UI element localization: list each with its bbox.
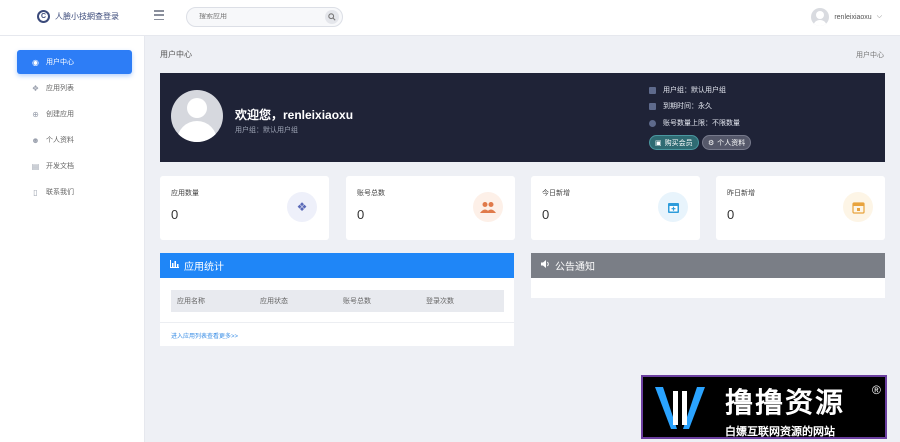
page-title: 用户中心 [160, 50, 192, 59]
sidebar-item-user-center[interactable]: ◉ 用户中心 [17, 50, 132, 74]
panel-title: 应用统计 [184, 262, 224, 273]
stat-value: 0 [357, 207, 365, 222]
avatar [811, 8, 830, 26]
bar-chart-icon [170, 260, 179, 271]
user-circle-icon: ◉ [32, 57, 39, 67]
info-text: 账号数量上限：不限数量 [663, 120, 740, 127]
panel-title: 公告通知 [555, 262, 595, 273]
stat-label: 今日新增 [542, 190, 570, 197]
stat-card-today-new: 今日新增 0 [531, 176, 700, 240]
column-header: 应用状态 [260, 298, 288, 305]
button-label: 个人资料 [717, 139, 746, 147]
volume-icon [541, 260, 550, 271]
sidebar-item-label: 联系我们 [46, 189, 74, 196]
sidebar: ◉ 用户中心 ❖ 应用列表 ⊕ 创建应用 ☻ 个人资料 ▤ 开发文档 ▯ 联系我… [0, 36, 145, 442]
avatar [171, 90, 223, 142]
sidebar-item-create-app[interactable]: ⊕ 创建应用 [17, 102, 132, 126]
search-input[interactable] [199, 13, 319, 20]
sidebar-item-label: 个人资料 [46, 137, 74, 144]
welcome-banner: 欢迎您，renleixiaoxu 用户组：默认用户组 用户组：默认用户组 到期时… [160, 73, 885, 162]
cubes-icon: ❖ [287, 192, 317, 222]
doc-icon: ▤ [31, 161, 40, 171]
watermark-logo-icon [655, 387, 705, 429]
search-box [186, 7, 343, 27]
app-stats-header: 应用统计 [160, 253, 514, 278]
sidebar-item-app-list[interactable]: ❖ 应用列表 [17, 76, 132, 100]
brand[interactable]: C 人臉小技網查登录 [37, 10, 119, 23]
calendar-icon [843, 192, 873, 222]
watermark-title: 撸撸资源 [725, 386, 846, 419]
welcome-text: 欢迎您，renleixiaoxu [235, 108, 354, 122]
plus-circle-icon: ⊕ [32, 109, 39, 119]
sidebar-item-label: 创建应用 [46, 111, 74, 118]
users-icon: ☻ [31, 135, 40, 145]
stat-label: 账号总数 [357, 190, 385, 197]
stat-value: 0 [542, 207, 550, 222]
view-more-link[interactable]: 进入应用列表查看更多>> [171, 331, 238, 340]
user-group-text: 用户组：默认用户组 [235, 127, 298, 134]
stat-value: 0 [727, 207, 735, 222]
buy-membership-button[interactable]: ▣ 购买会员 [649, 135, 699, 150]
sidebar-item-label: 开发文档 [46, 163, 74, 170]
mobile-icon: ▯ [33, 187, 38, 197]
brand-title: 人臉小技網查登录 [55, 12, 119, 21]
calendar-icon [649, 102, 656, 110]
stat-card-yesterday-new: 昨日新增 0 [716, 176, 885, 240]
column-header: 应用名称 [177, 298, 205, 305]
stat-label: 昨日新增 [727, 190, 755, 197]
cart-icon: ▣ [655, 139, 662, 147]
sidebar-item-docs[interactable]: ▤ 开发文档 [17, 154, 132, 178]
top-bar: C 人臉小技網查登录 renleixiaoxu ⌵ [0, 0, 900, 36]
divider [160, 322, 514, 323]
user-menu[interactable]: renleixiaoxu ⌵ [811, 8, 882, 26]
brand-logo-icon: C [37, 10, 50, 23]
cubes-icon: ❖ [31, 83, 40, 93]
search-icon[interactable] [325, 10, 339, 24]
watermark: 撸撸资源 ® 白嫖互联网资源的网站 [641, 375, 887, 439]
info-text: 用户组：默认用户组 [663, 87, 726, 94]
info-user-group: 用户组：默认用户组 [649, 85, 726, 95]
info-text: 到期时间：永久 [663, 103, 712, 110]
notice-panel: 公告通知 [531, 253, 885, 298]
stat-card-account-total: 账号总数 0 [346, 176, 515, 240]
table-header: 应用名称 应用状态 账号总数 登录次数 [171, 290, 504, 312]
calendar-plus-icon [658, 192, 688, 222]
info-expiry: 到期时间：永久 [649, 101, 712, 111]
gear-icon: ⚙ [708, 139, 715, 147]
button-label: 购买会员 [664, 139, 693, 147]
column-header: 账号总数 [343, 298, 371, 305]
notice-header: 公告通知 [531, 253, 885, 278]
watermark-subtitle: 白嫖互联网资源的网站 [725, 425, 835, 438]
app-stats-panel: 应用统计 应用名称 应用状态 账号总数 登录次数 进入应用列表查看更多>> [160, 253, 514, 346]
sidebar-item-profile[interactable]: ☻ 个人资料 [17, 128, 132, 152]
users-icon [473, 192, 503, 222]
user-icon [649, 86, 656, 94]
stat-card-app-count: 应用数量 0 ❖ [160, 176, 329, 240]
chevron-down-icon: ⌵ [876, 13, 882, 20]
breadcrumb[interactable]: 用户中心 [856, 50, 884, 60]
menu-toggle-icon[interactable] [154, 10, 164, 20]
stat-label: 应用数量 [171, 190, 199, 197]
sidebar-item-contact[interactable]: ▯ 联系我们 [17, 180, 132, 204]
limit-icon [649, 119, 656, 127]
sidebar-item-label: 应用列表 [46, 85, 74, 92]
sidebar-item-label: 用户中心 [46, 59, 74, 66]
stat-value: 0 [171, 207, 179, 222]
watermark-registered: ® [872, 383, 881, 397]
user-name: renleixiaoxu [834, 13, 872, 21]
column-header: 登录次数 [426, 298, 454, 305]
profile-button[interactable]: ⚙ 个人资料 [702, 135, 752, 150]
info-account-limit: 账号数量上限：不限数量 [649, 118, 740, 128]
